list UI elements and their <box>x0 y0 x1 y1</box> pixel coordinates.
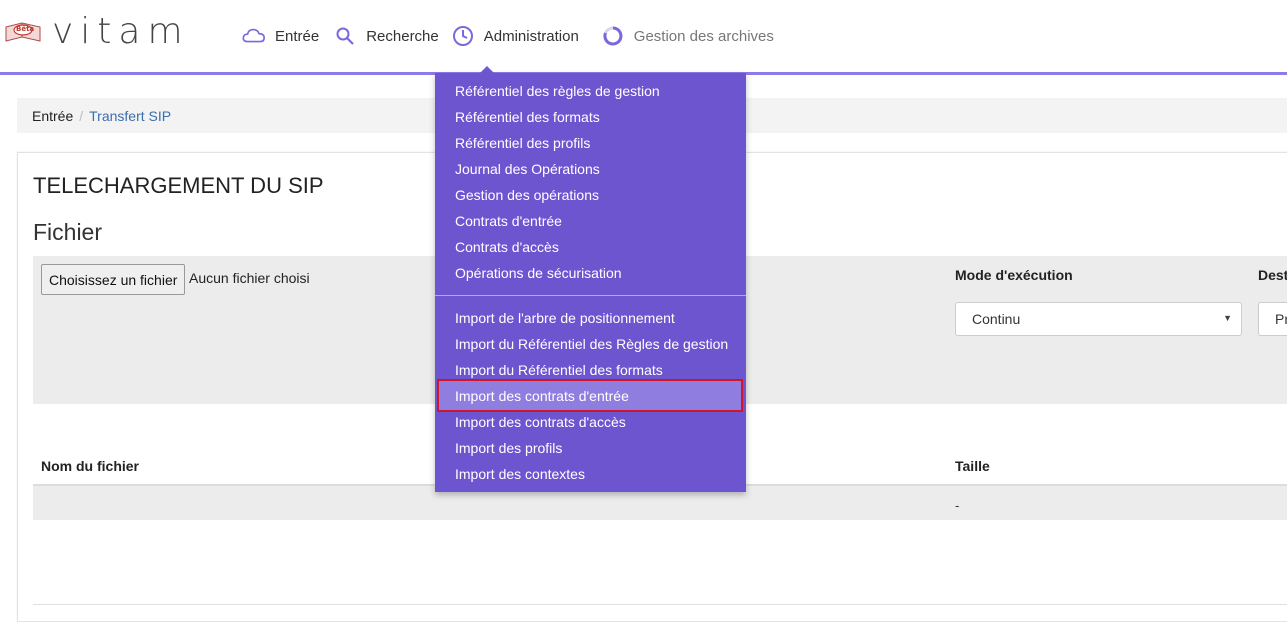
menu-item-referentiel-regles[interactable]: Référentiel des règles de gestion <box>455 83 660 99</box>
administration-dropdown-menu: Référentiel des règles de gestion Référe… <box>435 73 746 492</box>
breadcrumb-separator: / <box>79 107 84 124</box>
menu-item-import-arbre[interactable]: Import de l'arbre de positionnement <box>455 310 675 326</box>
execution-mode-select[interactable]: Continu ▼ <box>955 302 1242 336</box>
column-header-size: Taille <box>955 458 990 474</box>
nav-item-recherche[interactable]: Recherche <box>333 24 439 48</box>
destination-label: Dest <box>1258 267 1287 283</box>
execution-mode-value: Continu <box>972 311 1021 327</box>
top-header: Bêta vitam Entrée Recherche Administrati… <box>0 0 1287 72</box>
choose-file-button[interactable]: Choisissez un fichier <box>41 264 186 295</box>
beta-badge-text: Bêta <box>16 25 35 33</box>
menu-item-referentiel-profils[interactable]: Référentiel des profils <box>455 135 590 151</box>
chevron-down-icon: ▼ <box>1223 313 1232 323</box>
nav-item-gestion-archives[interactable]: Gestion des archives <box>601 24 774 48</box>
file-status-text: Aucun fichier choisi <box>189 270 310 286</box>
menu-item-import-profils[interactable]: Import des profils <box>455 440 562 456</box>
search-icon <box>333 24 357 48</box>
nav-label-administration: Administration <box>483 27 579 45</box>
nav-item-administration[interactable]: Administration <box>451 24 579 48</box>
menu-divider <box>435 295 746 296</box>
vitam-logo[interactable]: Bêta vitam <box>4 14 190 50</box>
page-title: TELECHARGEMENT DU SIP <box>33 173 324 198</box>
menu-item-contrats-acces[interactable]: Contrats d'accès <box>455 239 559 255</box>
section-title-fichier: Fichier <box>33 219 103 245</box>
breadcrumb-home[interactable]: Entrée <box>32 108 73 124</box>
menu-item-import-formats[interactable]: Import du Référentiel des formats <box>455 362 663 378</box>
logo-wordmark: vitam <box>52 11 190 52</box>
column-header-filename: Nom du fichier <box>41 458 140 474</box>
cloud-icon <box>242 24 266 48</box>
destination-select[interactable]: Pr <box>1258 302 1287 336</box>
execution-mode-label: Mode d'exécution <box>955 267 1073 283</box>
menu-item-journal-operations[interactable]: Journal des Opérations <box>455 161 600 177</box>
table-cell-size: - <box>955 498 960 513</box>
nav-item-entree[interactable]: Entrée <box>242 24 319 48</box>
menu-item-import-regles[interactable]: Import du Référentiel des Règles de gest… <box>455 336 728 352</box>
menu-item-referentiel-formats[interactable]: Référentiel des formats <box>455 109 600 125</box>
nav-label-gestion-archives: Gestion des archives <box>633 27 774 45</box>
nav-label-entree: Entrée <box>275 27 320 45</box>
menu-item-import-contextes[interactable]: Import des contextes <box>455 466 585 482</box>
section-divider <box>33 604 1287 605</box>
clock-icon <box>451 24 475 48</box>
menu-item-operations-securisation[interactable]: Opérations de sécurisation <box>455 265 622 281</box>
menu-item-import-contrats-acces[interactable]: Import des contrats d'accès <box>455 414 626 430</box>
destination-value: Pr <box>1275 311 1287 327</box>
menu-pointer <box>480 66 494 73</box>
circle-progress-icon <box>601 24 625 48</box>
nav-label-recherche: Recherche <box>366 27 439 45</box>
menu-item-gestion-operations[interactable]: Gestion des opérations <box>455 187 599 203</box>
beta-book-icon: Bêta <box>4 19 42 45</box>
breadcrumb-current[interactable]: Transfert SIP <box>89 108 171 124</box>
main-nav: Entrée Recherche Administration Gestion … <box>242 24 774 48</box>
menu-item-contrats-entree[interactable]: Contrats d'entrée <box>455 213 562 229</box>
menu-item-import-contrats-entree[interactable]: Import des contrats d'entrée <box>455 388 629 404</box>
